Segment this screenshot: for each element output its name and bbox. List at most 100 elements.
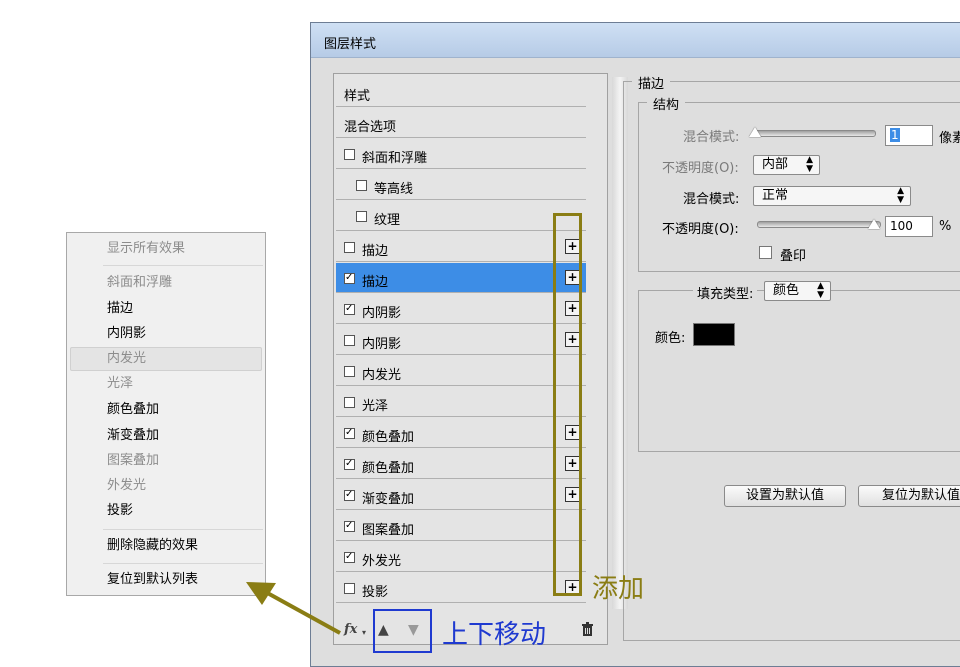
style-row[interactable]: 光泽 [336,387,586,417]
style-row[interactable]: 颜色叠加+ [336,418,586,448]
opacity-label: 不透明度(O): [662,222,739,237]
size-slider-thumb[interactable] [749,127,761,137]
opacity-input[interactable]: 100 [885,216,933,237]
style-checkbox[interactable] [356,180,367,191]
fx-dropdown-icon[interactable]: ▾ [362,628,366,637]
move-annotation-label: 上下移动 [442,620,547,650]
blend-mode-value: 正常 [762,188,789,203]
style-checkbox[interactable] [344,366,355,377]
position-dropdown[interactable]: 内部 ▲ ▼ [753,155,820,175]
fill-type-group: 填充类型: 颜色 ▲ ▼ 颜色: [638,281,960,452]
blend-mode-dropdown[interactable]: 正常 ▲ ▼ [753,186,911,206]
move-annotation-box [373,609,432,653]
reset-default-button[interactable]: 复位为默认值 [858,485,960,507]
style-checkbox[interactable] [344,304,355,315]
style-row[interactable]: 斜面和浮雕 [336,139,586,169]
style-row-label: 投影 [362,585,389,600]
structure-title: 结构 [647,94,686,113]
style-checkbox[interactable] [344,521,355,532]
style-row-label: 渐变叠加 [362,492,415,507]
structure-group: 结构 混合模式: 1 像素 不透明度(O): 内部 ▲ ▼ 混合模式: 正常 ▲ ▼… [638,94,960,272]
add-annotation-label: 添加 [592,574,645,604]
style-row-label: 斜面和浮雕 [362,151,428,166]
style-checkbox[interactable] [344,490,355,501]
style-row[interactable]: 外发光 [336,542,586,572]
style-checkbox[interactable] [344,583,355,594]
style-checkbox[interactable] [344,459,355,470]
size-slider[interactable] [752,130,876,137]
style-row[interactable]: 内阴影+ [336,294,586,324]
style-row-label: 内阴影 [362,337,402,352]
style-row[interactable]: 描边+ [336,263,586,293]
size-value: 1 [890,128,900,142]
style-checkbox[interactable] [344,552,355,563]
style-row-label: 纹理 [374,213,401,228]
menu-separator [103,529,263,530]
pixel-unit: 像素 [939,131,960,146]
style-row[interactable]: 图案叠加 [336,511,586,541]
position-label: 不透明度(O): [662,161,739,176]
style-checkbox[interactable] [344,242,355,253]
style-checkbox[interactable] [344,397,355,408]
menu-item-drop-shadow[interactable]: 投影 [107,503,133,519]
percent-unit: % [939,219,952,234]
style-row[interactable]: 渐变叠加+ [336,480,586,510]
fill-type-dropdown[interactable]: 颜色 ▲ ▼ [764,281,831,301]
dialog-titlebar[interactable]: 图层样式 [311,23,960,58]
menu-item-satin[interactable]: 光泽 [107,376,133,392]
trash-icon[interactable] [581,622,594,640]
style-checkbox[interactable] [344,273,355,284]
menu-separator [103,563,263,564]
color-swatch[interactable] [693,323,735,346]
style-row[interactable]: 混合选项 [336,108,586,138]
style-row[interactable]: 样式 [336,77,586,107]
style-row-label: 等高线 [374,182,414,197]
menu-item-gradient-overlay[interactable]: 渐变叠加 [107,428,159,444]
menu-item-outer-glow[interactable]: 外发光 [107,478,146,494]
style-checkbox[interactable] [344,149,355,160]
style-row-label: 样式 [344,89,371,104]
add-annotation-box [553,213,582,596]
style-row-label: 描边 [362,244,389,259]
menu-item-stroke[interactable]: 描边 [107,301,133,317]
style-row[interactable]: 等高线 [336,170,586,200]
menu-separator [103,265,263,266]
menu-item-show-all[interactable]: 显示所有效果 [107,241,185,257]
dropdown-arrows-icon: ▲ ▼ [817,281,824,300]
menu-item-pattern-overlay[interactable]: 图案叠加 [107,453,159,469]
menu-item-bevel-emboss[interactable]: 斜面和浮雕 [107,275,172,291]
style-row-label: 内发光 [362,368,402,383]
position-value: 内部 [762,157,789,172]
menu-item-reset-list[interactable]: 复位到默认列表 [107,572,198,588]
menu-item-color-overlay[interactable]: 颜色叠加 [107,402,159,418]
fill-type-value: 颜色 [773,283,800,298]
dropdown-arrows-icon: ▲ ▼ [897,186,904,205]
style-checkbox[interactable] [344,428,355,439]
dialog-title: 图层样式 [324,37,377,52]
opacity-slider-thumb[interactable] [868,219,880,229]
fx-button[interactable]: fx [344,622,357,637]
overprint-label: 叠印 [780,249,807,264]
section-title-stroke: 描边 [632,73,671,92]
style-row[interactable]: 内阴影+ [336,325,586,355]
set-default-button[interactable]: 设置为默认值 [724,485,846,507]
style-checkbox[interactable] [356,211,367,222]
opacity-value: 100 [890,219,913,233]
style-row-label: 外发光 [362,554,402,569]
style-row-label: 内阴影 [362,306,402,321]
style-row[interactable]: 颜色叠加+ [336,449,586,479]
style-row-label: 光泽 [362,399,389,414]
style-row[interactable]: 纹理 [336,201,586,231]
opacity-slider[interactable] [757,221,881,228]
overprint-checkbox[interactable] [759,246,772,259]
style-row[interactable]: 内发光 [336,356,586,386]
menu-item-delete-hidden[interactable]: 删除隐藏的效果 [107,538,198,554]
style-row[interactable]: 描边+ [336,232,586,262]
style-checkbox[interactable] [344,335,355,346]
menu-item-inner-shadow[interactable]: 内阴影 [107,326,146,342]
blend-mode-label: 混合模式: [683,192,740,207]
size-input[interactable]: 1 [885,125,933,146]
style-row[interactable]: 投影 + [336,573,586,603]
menu-item-inner-glow[interactable]: 内发光 [107,351,146,367]
dropdown-arrows-icon: ▲ ▼ [806,155,813,174]
